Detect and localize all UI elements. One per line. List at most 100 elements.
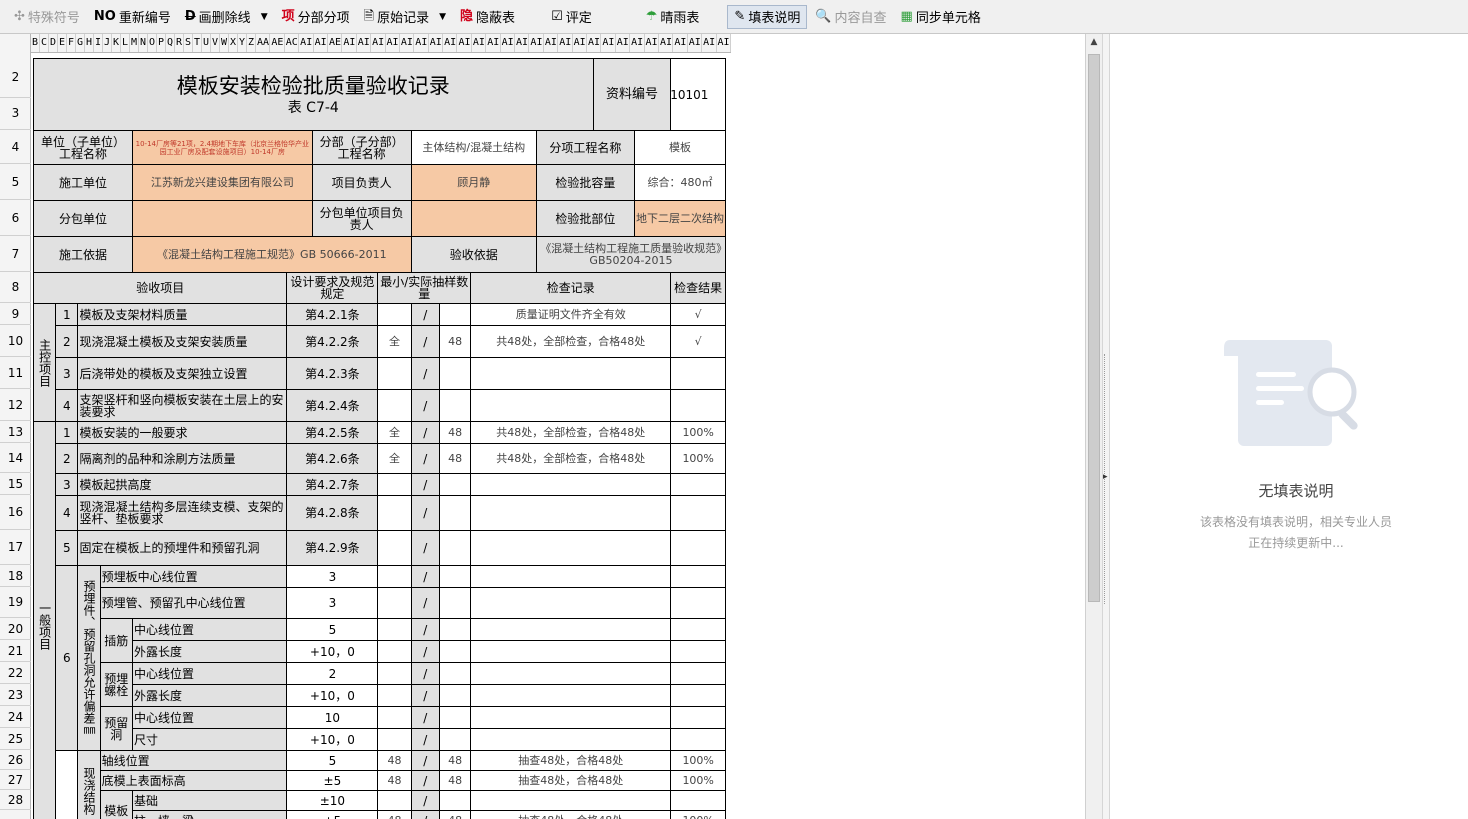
subitem-value[interactable]: 模板 <box>633 130 727 165</box>
row-number[interactable]: 14 <box>0 443 31 473</box>
row-number[interactable]: 22 <box>0 662 31 684</box>
row-record[interactable] <box>470 357 672 390</box>
scroll-up-icon[interactable]: ▲ <box>1086 34 1102 51</box>
column-letter[interactable]: AI <box>486 34 501 52</box>
column-letter[interactable]: U <box>202 34 211 52</box>
row-result[interactable] <box>670 495 726 531</box>
column-letter[interactable]: AI <box>443 34 458 52</box>
column-letter[interactable]: P <box>157 34 166 52</box>
row-min[interactable]: 全 <box>377 443 412 474</box>
row-min[interactable] <box>377 357 412 390</box>
row-act[interactable] <box>438 473 472 496</box>
row-number[interactable]: 24 <box>0 706 31 728</box>
column-letter[interactable]: AI <box>429 34 444 52</box>
row-act[interactable]: 48 <box>438 443 472 474</box>
row-act[interactable] <box>438 530 472 566</box>
row-act[interactable] <box>438 790 472 811</box>
row-result[interactable]: 100% <box>670 770 726 791</box>
row-min[interactable] <box>377 473 412 496</box>
row-min[interactable] <box>377 790 412 811</box>
column-letter[interactable]: AE <box>270 34 285 52</box>
column-letter[interactable]: AI <box>688 34 703 52</box>
row-record[interactable]: 共48处，全部检查，合格48处 <box>470 325 672 358</box>
row-result[interactable]: √ <box>670 325 726 358</box>
column-letter[interactable]: AI <box>717 34 731 52</box>
row-record[interactable]: 抽查48处，合格48处 <box>470 770 672 791</box>
column-letter[interactable]: AI <box>673 34 688 52</box>
column-letter[interactable]: AI <box>414 34 429 52</box>
spreadsheet-area[interactable]: B C D E F G H I J K L M N O P Q R S T U V W X Y Z AA AE AC AI AI AE AI A… <box>0 34 1085 819</box>
form-title-cell[interactable]: 模板安装检验批质量验收记录 表 C7-4 <box>33 58 594 131</box>
column-letter[interactable]: AI <box>299 34 314 52</box>
column-letter[interactable]: AI <box>645 34 659 52</box>
column-letter[interactable]: T <box>193 34 202 52</box>
row-number[interactable]: 7 <box>0 236 31 272</box>
row-req[interactable]: +10，0 <box>286 640 379 663</box>
row-number[interactable]: 3 <box>0 98 31 130</box>
column-letter[interactable]: B <box>31 34 40 52</box>
row-min[interactable] <box>377 530 412 566</box>
column-letter[interactable]: AI <box>573 34 587 52</box>
column-letter[interactable]: AI <box>342 34 357 52</box>
column-letter[interactable]: H <box>85 34 94 52</box>
special-symbol-button[interactable]: ✣ 特殊符号 <box>8 5 86 29</box>
part-value[interactable]: 地下二层二次结构 <box>633 200 727 237</box>
row-req[interactable]: 10 <box>286 706 379 729</box>
column-letter[interactable]: AI <box>601 34 616 52</box>
column-letter[interactable]: D <box>49 34 58 52</box>
column-letter[interactable]: AC <box>285 34 300 52</box>
basis-value[interactable]: 《混凝土结构工程施工规范》GB 50666-2011 <box>131 236 412 273</box>
row-record[interactable]: 共48处，全部检查，合格48处 <box>470 421 672 444</box>
row-number[interactable]: 4 <box>0 130 31 164</box>
division-item-button[interactable]: 项分部分项 <box>276 5 356 29</box>
column-letter[interactable]: C <box>40 34 49 52</box>
row-number[interactable]: 5 <box>0 164 31 200</box>
column-letter[interactable]: AI <box>529 34 544 52</box>
row-min[interactable]: 48 <box>377 770 412 791</box>
vertical-scrollbar[interactable]: ▲ <box>1085 34 1102 819</box>
row-act[interactable]: 48 <box>438 750 472 771</box>
column-letter[interactable]: AA <box>256 34 271 52</box>
fill-guide-button[interactable]: ✎ 填表说明 <box>727 4 808 29</box>
weather-button[interactable]: ☂ 晴雨表 <box>640 5 706 29</box>
row-min[interactable]: 48 <box>377 810 412 819</box>
row-min[interactable]: 全 <box>377 325 412 358</box>
row-result[interactable]: 100% <box>670 750 726 771</box>
original-record-button[interactable]: 🗎 原始记录 ▼ <box>358 5 452 29</box>
row-min[interactable] <box>377 303 412 326</box>
column-letter[interactable]: AI <box>371 34 386 52</box>
row-req[interactable]: 3 <box>286 587 379 619</box>
row-act[interactable]: 48 <box>438 421 472 444</box>
column-letter[interactable]: AI <box>702 34 717 52</box>
row-record[interactable]: 抽查48处，合格48处 <box>470 750 672 771</box>
sync-cells-button[interactable]: ▦ 同步单元格 <box>895 5 987 29</box>
row-act[interactable] <box>438 495 472 531</box>
acceptance-value[interactable]: 《混凝土结构工程施工质量验收规范》GB50204-2015 <box>535 236 727 273</box>
column-letter[interactable]: AI <box>544 34 559 52</box>
column-letter[interactable]: E <box>58 34 67 52</box>
column-letter[interactable]: X <box>229 34 238 52</box>
column-letter[interactable]: O <box>148 34 157 52</box>
row-req[interactable]: ±5 <box>286 770 379 791</box>
row-min[interactable] <box>377 389 412 422</box>
row-number[interactable]: 9 <box>0 303 31 325</box>
row-record[interactable] <box>470 530 672 566</box>
row-record[interactable]: 抽查48处，合格48处 <box>470 810 672 819</box>
row-result[interactable] <box>670 790 726 811</box>
renumber-button[interactable]: NO 重新编号 <box>88 5 177 29</box>
row-result[interactable]: 100% <box>670 443 726 474</box>
row-act[interactable]: 48 <box>438 770 472 791</box>
row-req[interactable]: 3 <box>286 565 379 588</box>
strikethrough-button[interactable]: D 画删除线 ▼ <box>179 5 274 29</box>
row-number[interactable]: 13 <box>0 421 31 443</box>
row-record[interactable]: 共48处，全部检查，合格48处 <box>470 443 672 474</box>
row-number[interactable]: 2 <box>0 58 31 98</box>
evaluate-button[interactable]: ☑ 评定 <box>545 5 598 29</box>
row-act[interactable]: 48 <box>438 325 472 358</box>
row-req[interactable]: 5 <box>286 750 379 771</box>
row-min[interactable]: 48 <box>377 750 412 771</box>
row-act[interactable] <box>438 357 472 390</box>
chevron-right-icon[interactable]: ▸ <box>1103 472 1108 482</box>
row-number[interactable]: 21 <box>0 640 31 662</box>
row-number[interactable]: 25 <box>0 728 31 750</box>
